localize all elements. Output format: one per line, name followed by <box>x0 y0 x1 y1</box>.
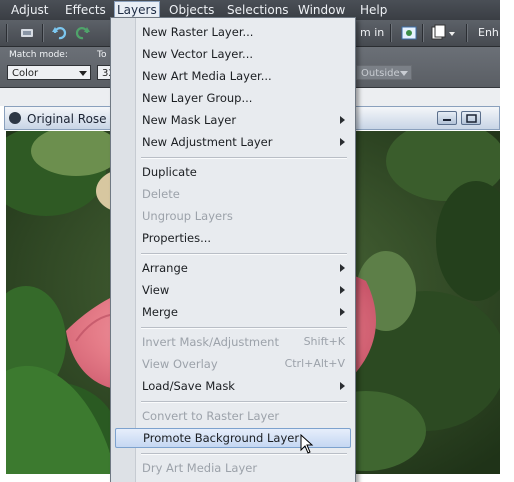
toolbar-separator <box>6 24 8 42</box>
minimize-button[interactable] <box>437 111 457 125</box>
menu-item-promote-background-layer[interactable]: Promote Background Layer <box>115 428 351 448</box>
undo-icon[interactable] <box>50 24 68 42</box>
menu-item-new-mask-layer[interactable]: New Mask Layer <box>115 110 351 130</box>
menu-objects[interactable]: Objects <box>167 2 216 18</box>
menu-effects[interactable]: Effects <box>63 2 108 18</box>
enhance-label[interactable]: Enh <box>478 26 499 39</box>
menu-item-view-overlay: View Overlay Ctrl+Alt+V <box>115 354 351 374</box>
menu-item-merge[interactable]: Merge <box>115 302 351 322</box>
menu-item-dry-art-media-layer: Dry Art Media Layer <box>142 461 258 475</box>
maximize-button[interactable] <box>461 111 481 125</box>
menu-separator <box>141 401 347 403</box>
menu-separator <box>141 453 347 455</box>
menu-item-properties[interactable]: Properties... <box>115 228 351 248</box>
image-icon[interactable] <box>400 24 418 42</box>
document-menu-icon[interactable] <box>430 24 455 42</box>
shortcut-label: Shift+K <box>303 335 345 348</box>
menu-item-new-art-media-layer[interactable]: New Art Media Layer... <box>115 66 351 86</box>
mouse-pointer-icon <box>300 433 314 457</box>
zoom-in-label[interactable]: m in <box>360 26 384 39</box>
document-title: Original Rose @ <box>27 112 123 126</box>
app-window: Adjust Effects Layers Objects Selections… <box>0 0 514 482</box>
layers-dropdown-menu: New Raster Layer... New Vector Layer... … <box>110 17 356 482</box>
mode-value: Outside <box>361 68 400 79</box>
menu-item-convert-to-raster-layer: Convert to Raster Layer <box>142 409 280 423</box>
toolbar-separator <box>466 24 468 42</box>
menu-help[interactable]: Help <box>358 2 389 18</box>
menu-item-duplicate[interactable]: Duplicate <box>115 162 351 182</box>
menu-separator <box>141 157 347 159</box>
tolerance-label: To <box>97 50 107 60</box>
shortcut-label: Ctrl+Alt+V <box>284 357 345 370</box>
menu-item-new-adjustment-layer[interactable]: New Adjustment Layer <box>115 132 351 152</box>
toolbar-separator <box>422 24 424 42</box>
match-mode-label: Match mode: <box>9 50 68 60</box>
menu-item-load-save-mask[interactable]: Load/Save Mask <box>115 376 351 396</box>
menu-item-new-layer-group[interactable]: New Layer Group... <box>115 88 351 108</box>
submenu-arrow-icon <box>340 308 345 316</box>
menu-adjust[interactable]: Adjust <box>9 2 51 18</box>
toolbar-separator <box>42 24 44 42</box>
submenu-arrow-icon <box>340 286 345 294</box>
brush-icon[interactable] <box>18 24 36 42</box>
toolbar-separator <box>390 24 392 42</box>
mode-select[interactable]: Outside <box>356 65 412 80</box>
menu-window[interactable]: Window <box>296 2 347 18</box>
submenu-arrow-icon <box>340 116 345 124</box>
match-mode-value: Color <box>12 68 39 79</box>
menu-item-invert-mask-adjustment: Invert Mask/Adjustment Shift+K <box>115 332 351 352</box>
menu-separator <box>141 253 347 255</box>
redo-icon[interactable] <box>74 24 92 42</box>
chevron-down-icon <box>400 71 408 76</box>
menu-item-view[interactable]: View <box>115 280 351 300</box>
menu-item-delete: Delete <box>142 187 180 201</box>
chevron-down-icon <box>79 71 87 76</box>
submenu-arrow-icon <box>340 264 345 272</box>
menu-item-ungroup-layers: Ungroup Layers <box>142 209 233 223</box>
menu-item-new-vector-layer[interactable]: New Vector Layer... <box>115 44 351 64</box>
menu-item-new-raster-layer[interactable]: New Raster Layer... <box>115 22 351 42</box>
document-icon <box>9 112 21 124</box>
menu-separator <box>141 327 347 329</box>
menu-selections[interactable]: Selections <box>225 2 291 18</box>
menu-item-arrange[interactable]: Arrange <box>115 258 351 278</box>
submenu-arrow-icon <box>340 382 345 390</box>
submenu-arrow-icon <box>340 138 345 146</box>
match-mode-select[interactable]: Color <box>7 65 91 80</box>
